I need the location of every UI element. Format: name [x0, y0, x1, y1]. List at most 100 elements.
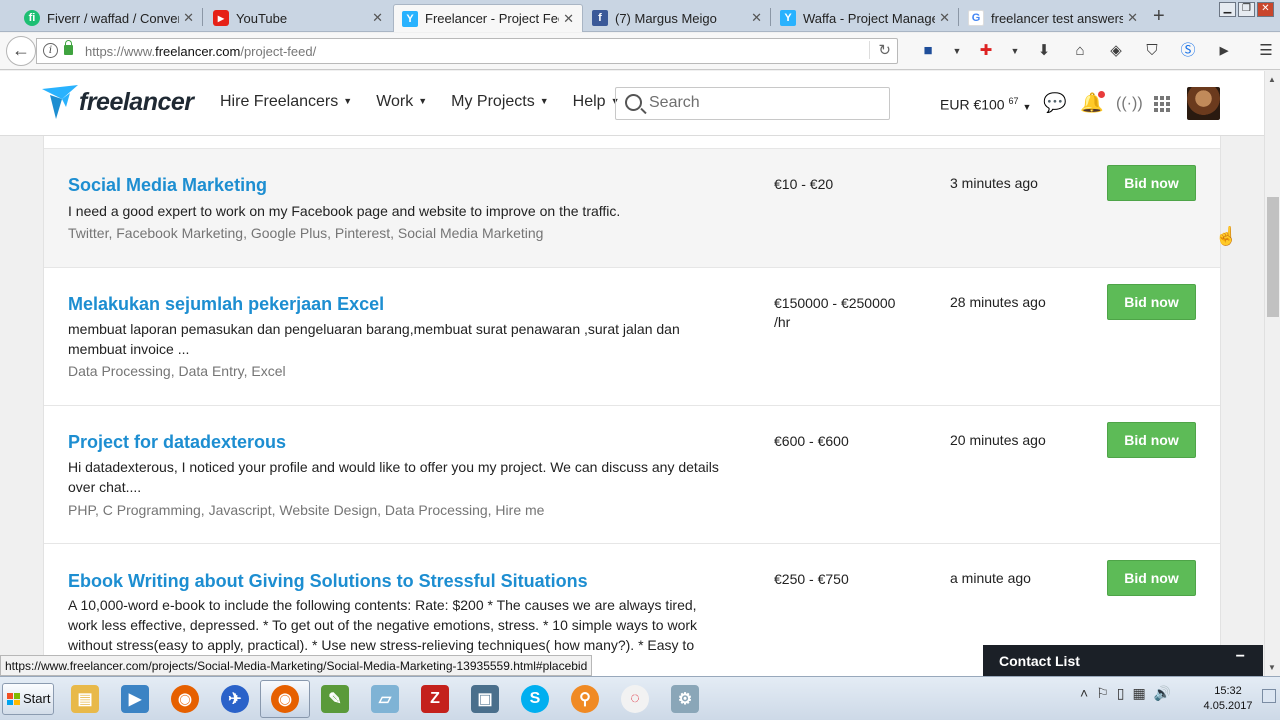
tray-expand-icon[interactable]: ˄ — [1080, 685, 1088, 702]
bid-now-button[interactable]: Bid now — [1107, 560, 1196, 596]
search-tool-icon[interactable]: ⚲ — [560, 680, 610, 718]
minimize-window-button[interactable]: ▁ — [1219, 2, 1236, 17]
project-title-link[interactable]: Project for datadexterous — [68, 432, 286, 453]
close-window-button[interactable]: ✕ — [1257, 2, 1274, 17]
close-icon[interactable]: ✕ — [183, 10, 194, 26]
close-icon[interactable]: ✕ — [1127, 10, 1138, 26]
thunderbird-icon[interactable]: ✈ — [210, 680, 260, 718]
tab-freelancer-project-feed[interactable]: Y Freelancer - Project Feed ✕ — [393, 4, 583, 32]
nav-help[interactable]: Help ▼ — [573, 93, 620, 111]
bid-now-button[interactable]: Bid now — [1107, 284, 1196, 320]
tab-fiverr[interactable]: fi Fiverr / waffad / Convers ✕ — [16, 4, 202, 32]
media-player-icon[interactable]: ▶ — [110, 680, 160, 718]
network-monitor-icon[interactable]: ▣ — [460, 680, 510, 718]
facebook-icon: f — [592, 10, 608, 26]
taskbar-clock[interactable]: 15:32 4.05.2017 — [1198, 684, 1258, 714]
search-input[interactable] — [649, 94, 879, 112]
flag-icon[interactable]: ⚐ — [1096, 685, 1109, 702]
bid-now-button[interactable]: Bid now — [1107, 422, 1196, 458]
volume-icon[interactable]: 🔊 — [1154, 685, 1171, 702]
url-text: https://www.freelancer.com/project-feed/ — [85, 44, 317, 59]
scrollbar-thumb[interactable] — [1267, 197, 1279, 317]
network-icon[interactable]: ▦ — [1132, 685, 1145, 702]
contact-list-panel[interactable]: Contact List − — [983, 645, 1263, 676]
site-nav: Hire Freelancers ▼ Work ▼ My Projects ▼ Hel… — [220, 93, 619, 111]
addon-icon[interactable]: ✚ — [968, 39, 1004, 63]
tab-title: Waffa - Project Manager — [803, 10, 936, 26]
bid-now-button[interactable]: Bid now — [1107, 165, 1196, 201]
opera-icon[interactable]: ◌ — [610, 680, 660, 718]
restore-window-button[interactable]: ❐ — [1238, 2, 1255, 17]
pocket-icon[interactable]: ◈ — [1098, 39, 1134, 63]
search-box — [615, 87, 890, 120]
close-icon[interactable]: ✕ — [563, 11, 574, 27]
vertical-scrollbar[interactable]: ▲ ▼ — [1264, 71, 1280, 676]
new-tab-button[interactable]: + — [1153, 5, 1165, 28]
status-bar-url: https://www.freelancer.com/projects/Soci… — [0, 655, 593, 676]
project-row[interactable]: Social Media Marketing I need a good exp… — [44, 148, 1220, 267]
save-icon[interactable]: ■ — [910, 39, 946, 63]
project-description: I need a good expert to work on my Faceb… — [68, 203, 621, 219]
account-balance[interactable]: EUR €100 67▼ — [940, 96, 1031, 113]
firefox-active-icon[interactable]: ◉ — [260, 680, 310, 718]
close-icon[interactable]: ✕ — [372, 10, 383, 26]
filezilla-icon[interactable]: Z — [410, 680, 460, 718]
spreadsheet-icon[interactable]: ✎ — [310, 680, 360, 718]
project-title-link[interactable]: Social Media Marketing — [68, 175, 267, 196]
scroll-down-icon[interactable]: ▼ — [1268, 663, 1276, 672]
tab-youtube[interactable]: ▶ YouTube ✕ — [205, 4, 391, 32]
home-icon[interactable]: ⌂ — [1062, 39, 1098, 63]
close-icon[interactable]: ✕ — [751, 10, 762, 26]
close-icon[interactable]: ✕ — [939, 10, 950, 26]
page-viewport: freelancer Hire Freelancers ▼ Work ▼ My Pr… — [0, 71, 1264, 676]
chevron-down-icon[interactable]: ▼ — [946, 39, 968, 63]
nav-work[interactable]: Work ▼ — [376, 93, 427, 111]
show-desktop-button[interactable] — [1262, 689, 1276, 703]
shield-icon[interactable]: ⛉ — [1134, 39, 1170, 63]
project-title-link[interactable]: Ebook Writing about Giving Solutions to … — [68, 571, 588, 592]
browser-nav-bar: ← i https://www.freelancer.com/project-f… — [0, 33, 1280, 70]
menu-icon[interactable]: ☰ — [1248, 39, 1280, 63]
back-button[interactable]: ← — [6, 36, 36, 66]
tab-facebook[interactable]: f (7) Margus Meigo ✕ — [584, 4, 770, 32]
project-budget: €250 - €750 — [774, 571, 849, 587]
start-button[interactable]: Start — [2, 683, 54, 715]
remote-desktop-icon[interactable]: ⚙ — [660, 680, 710, 718]
tab-google-search[interactable]: G freelancer test answers - ✕ — [960, 4, 1146, 32]
project-row[interactable]: Project for datadexterous Hi datadextero… — [44, 405, 1220, 543]
nav-my-projects[interactable]: My Projects ▼ — [451, 93, 549, 111]
freelancer-logo[interactable]: freelancer — [42, 85, 194, 119]
nav-hire-freelancers[interactable]: Hire Freelancers ▼ — [220, 93, 352, 111]
project-feed: Social Media Marketing I need a good exp… — [43, 136, 1221, 676]
project-row[interactable]: Melakukan sejumlah pekerjaan Excel membu… — [44, 267, 1220, 405]
lock-icon — [64, 40, 73, 55]
tab-waffa-project-manager[interactable]: Y Waffa - Project Manager ✕ — [772, 4, 958, 32]
device-icon[interactable]: ▯ — [1117, 685, 1125, 702]
chevron-down-icon[interactable]: ▼ — [1004, 39, 1026, 63]
url-bar[interactable]: i https://www.freelancer.com/project-fee… — [36, 38, 898, 64]
tab-title: (7) Margus Meigo — [615, 10, 717, 26]
tab-title: YouTube — [236, 10, 288, 26]
project-budget: €600 - €600 — [774, 433, 849, 449]
messages-icon[interactable]: 💬 — [1043, 93, 1067, 115]
apps-grid-icon[interactable] — [1154, 96, 1170, 112]
firefox-icon[interactable]: ◉ — [160, 680, 210, 718]
broadcast-icon[interactable]: ((·)) — [1116, 93, 1143, 115]
scroll-up-icon[interactable]: ▲ — [1268, 75, 1276, 84]
window-controls: ▁ ❐ ✕ — [1219, 2, 1274, 17]
logo-text: freelancer — [79, 87, 194, 116]
project-title-link[interactable]: Melakukan sejumlah pekerjaan Excel — [68, 294, 384, 315]
site-info-icon[interactable]: i — [43, 43, 58, 58]
youtube-addon-icon[interactable]: ▶ — [1206, 39, 1242, 63]
notes-icon[interactable]: ▱ — [360, 680, 410, 718]
skype-addon-icon[interactable]: Ⓢ — [1170, 39, 1206, 63]
download-icon[interactable]: ⬇ — [1026, 39, 1062, 63]
browser-tab-strip: fi Fiverr / waffad / Convers ✕ ▶ YouTube… — [0, 0, 1280, 32]
project-budget: €10 - €20 — [774, 176, 834, 192]
reload-icon[interactable]: ↻ — [869, 41, 891, 59]
avatar[interactable] — [1187, 87, 1220, 120]
windows-flag-icon — [7, 693, 20, 705]
minimize-icon[interactable]: − — [1236, 648, 1245, 666]
skype-icon[interactable]: S — [510, 680, 560, 718]
file-explorer-icon[interactable]: ▤ — [60, 680, 110, 718]
